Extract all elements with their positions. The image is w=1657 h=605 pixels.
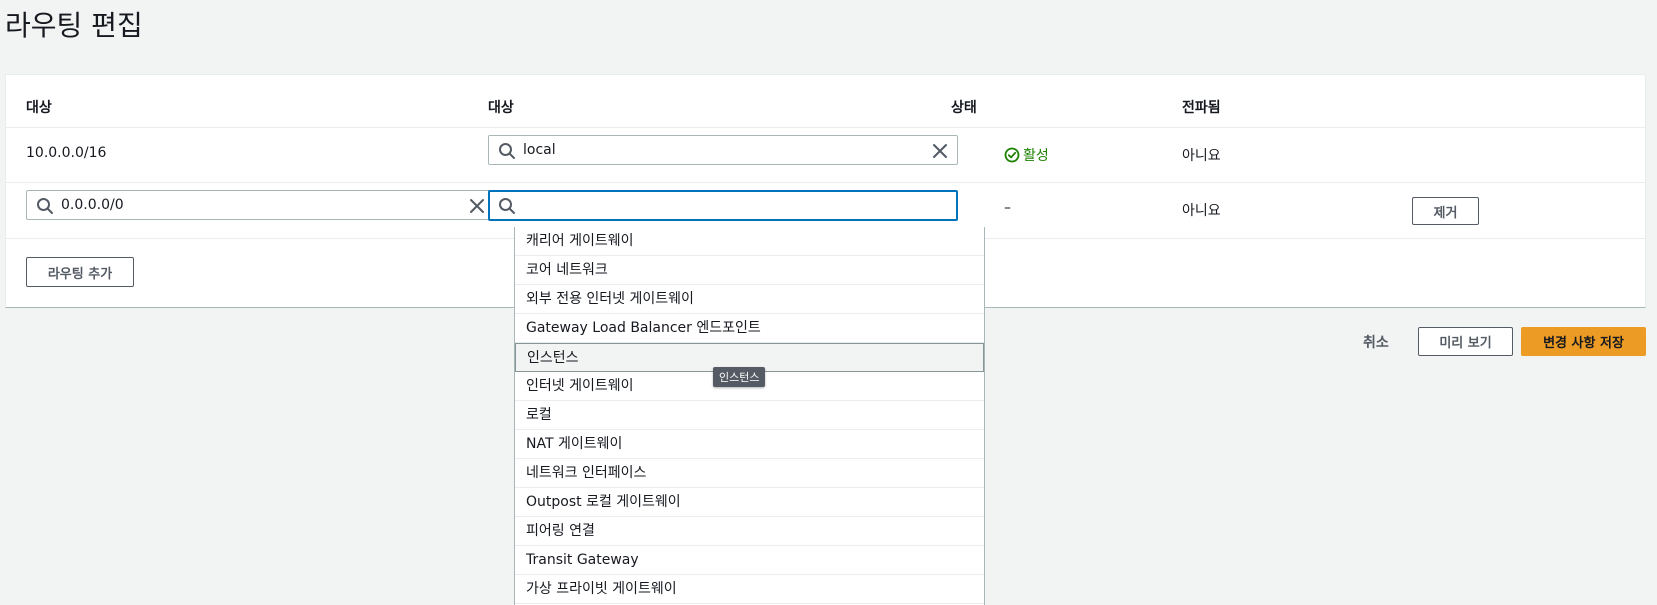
- dropdown-option[interactable]: 외부 전용 인터넷 게이트웨이: [515, 285, 984, 314]
- dropdown-option[interactable]: Transit Gateway: [515, 546, 984, 575]
- destination-input-value: 0.0.0.0/0: [61, 197, 124, 213]
- propagated-value: 아니요: [1182, 148, 1221, 164]
- dropdown-option[interactable]: Outpost 로컬 게이트웨이: [515, 488, 984, 517]
- table-row: 10.0.0.0/16 local 활성 아니요: [6, 128, 1645, 183]
- save-changes-button[interactable]: 변경 사항 저장: [1521, 327, 1646, 356]
- status-text: 활성: [1023, 148, 1049, 164]
- search-icon: [499, 143, 515, 159]
- target-search-input[interactable]: [488, 190, 958, 221]
- dropdown-option[interactable]: NAT 게이트웨이: [515, 430, 984, 459]
- dropdown-option[interactable]: 가상 프라이빗 게이트웨이: [515, 575, 984, 604]
- target-input[interactable]: local: [488, 135, 958, 165]
- status-text: –: [1004, 200, 1011, 216]
- header-target: 대상: [488, 100, 514, 116]
- close-icon[interactable]: [468, 197, 486, 215]
- header-status: 상태: [951, 100, 977, 116]
- preview-button[interactable]: 미리 보기: [1418, 327, 1513, 356]
- dropdown-option[interactable]: 코어 네트워크: [515, 256, 984, 285]
- dropdown-option[interactable]: 피어링 연결: [515, 517, 984, 546]
- cancel-button[interactable]: 취소: [1363, 332, 1389, 352]
- search-icon: [37, 198, 53, 214]
- dropdown-option[interactable]: 로컬: [515, 401, 984, 430]
- dropdown-option[interactable]: 네트워크 인터페이스: [515, 459, 984, 488]
- header-destination: 대상: [26, 100, 52, 116]
- dropdown-option[interactable]: Gateway Load Balancer 엔드포인트: [515, 314, 984, 343]
- header-propagated: 전파됨: [1182, 100, 1221, 116]
- add-route-button[interactable]: 라우팅 추가: [26, 257, 134, 287]
- target-input-value: local: [523, 142, 556, 158]
- check-circle-icon: [1004, 147, 1020, 163]
- search-icon: [499, 198, 515, 214]
- dropdown-option[interactable]: 캐리어 게이트웨이: [515, 227, 984, 256]
- page-title: 라우팅 편집: [5, 9, 143, 42]
- destination-input[interactable]: 0.0.0.0/0: [26, 190, 495, 220]
- table-header: 대상 대상 상태 전파됨: [6, 75, 1645, 128]
- target-dropdown: 캐리어 게이트웨이 코어 네트워크 외부 전용 인터넷 게이트웨이 Gatewa…: [514, 227, 985, 605]
- status-badge: 활성: [1004, 145, 1049, 165]
- tooltip: 인스턴스: [713, 367, 766, 387]
- remove-button[interactable]: 제거: [1412, 197, 1479, 225]
- close-icon[interactable]: [931, 142, 949, 160]
- route-destination: 10.0.0.0/16: [26, 145, 107, 161]
- propagated-value: 아니요: [1182, 203, 1221, 219]
